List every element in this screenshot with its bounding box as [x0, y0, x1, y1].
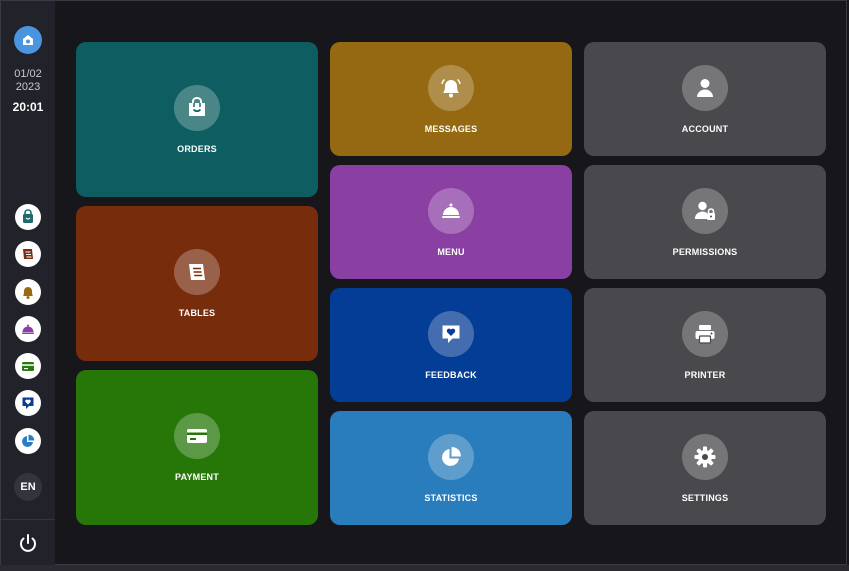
- sidebar-item-menu[interactable]: [15, 316, 41, 342]
- tile-permissions[interactable]: PERMISSIONS: [584, 165, 826, 279]
- tile-payment-label: PAYMENT: [175, 472, 219, 482]
- tile-settings[interactable]: SETTINGS: [584, 411, 826, 525]
- bottom-strip: [0, 565, 849, 571]
- tile-feedback-icon-circle: [428, 310, 474, 357]
- bell-icon: [441, 78, 461, 97]
- heart-message-icon: [22, 397, 34, 409]
- date-day-month: 01/02: [14, 68, 42, 80]
- tile-messages-label: MESSAGES: [424, 123, 478, 134]
- table-icon: [189, 264, 205, 280]
- user-icon: [697, 78, 713, 97]
- tile-feedback-label: FEEDBACK: [425, 369, 477, 380]
- tile-tables[interactable]: TABLES: [76, 206, 318, 361]
- gear-icon: [694, 446, 716, 467]
- language-button[interactable]: EN: [14, 473, 42, 501]
- tile-tables-icon-circle: [174, 249, 220, 295]
- sidebar: 01/02 2023 20:01 EN: [1, 1, 55, 565]
- printer-icon: [695, 324, 715, 344]
- tile-menu-label: MENU: [437, 246, 465, 257]
- tile-account[interactable]: ACCOUNT: [584, 42, 826, 156]
- heart-message-icon: [442, 325, 460, 343]
- home-button[interactable]: [14, 26, 42, 54]
- sidebar-item-feedback[interactable]: [15, 390, 41, 416]
- tile-account-icon-circle: [682, 64, 728, 111]
- tile-menu-icon-circle: [428, 187, 474, 234]
- tile-permissions-icon-circle: [682, 187, 728, 234]
- pie-chart-icon: [22, 434, 35, 447]
- tile-messages[interactable]: MESSAGES: [330, 42, 572, 156]
- tile-feedback[interactable]: FEEDBACK: [330, 288, 572, 402]
- tile-orders-icon-circle: [174, 85, 220, 131]
- tile-account-label: ACCOUNT: [681, 123, 729, 134]
- tile-printer[interactable]: PRINTER: [584, 288, 826, 402]
- tile-printer-icon-circle: [682, 310, 728, 357]
- tile-messages-icon-circle: [428, 64, 474, 111]
- tile-settings-label: SETTINGS: [681, 492, 729, 503]
- sidebar-item-statistics[interactable]: [15, 428, 41, 454]
- sidebar-item-messages[interactable]: [15, 279, 41, 305]
- tile-settings-icon-circle: [682, 433, 728, 480]
- cloche-icon: [442, 203, 460, 218]
- power-icon: [20, 534, 36, 552]
- power-button[interactable]: [16, 531, 40, 555]
- pie-chart-icon: [442, 446, 461, 466]
- tile-statistics-icon-circle: [428, 433, 474, 480]
- sidebar-item-tables[interactable]: [15, 241, 41, 267]
- tile-statistics-label: STATISTICS: [424, 492, 478, 503]
- bell-icon: [23, 287, 33, 299]
- tile-payment[interactable]: PAYMENT: [76, 370, 318, 525]
- user-lock-icon: [694, 201, 715, 220]
- tile-printer-label: PRINTER: [684, 369, 726, 380]
- tile-menu[interactable]: MENU: [330, 165, 572, 279]
- credit-card-icon: [22, 362, 34, 371]
- table-icon: [23, 249, 33, 259]
- clock-time: 20:01: [12, 100, 44, 114]
- tile-tables-label: TABLES: [178, 308, 216, 318]
- tile-statistics[interactable]: STATISTICS: [330, 411, 572, 525]
- tile-permissions-label: PERMISSIONS: [672, 246, 738, 257]
- cloche-icon: [22, 324, 34, 334]
- home-icon: [23, 35, 33, 45]
- shopping-bag-icon: [189, 97, 205, 116]
- tile-orders[interactable]: ORDERS: [76, 42, 318, 197]
- sidebar-divider: [1, 519, 55, 520]
- tile-payment-icon-circle: [174, 413, 220, 459]
- sidebar-item-orders[interactable]: [15, 204, 41, 230]
- sidebar-item-payment[interactable]: [15, 353, 41, 379]
- credit-card-icon: [187, 429, 207, 443]
- date-year: 2023: [15, 81, 41, 93]
- shopping-bag-icon: [23, 209, 33, 223]
- tile-orders-label: ORDERS: [177, 144, 217, 154]
